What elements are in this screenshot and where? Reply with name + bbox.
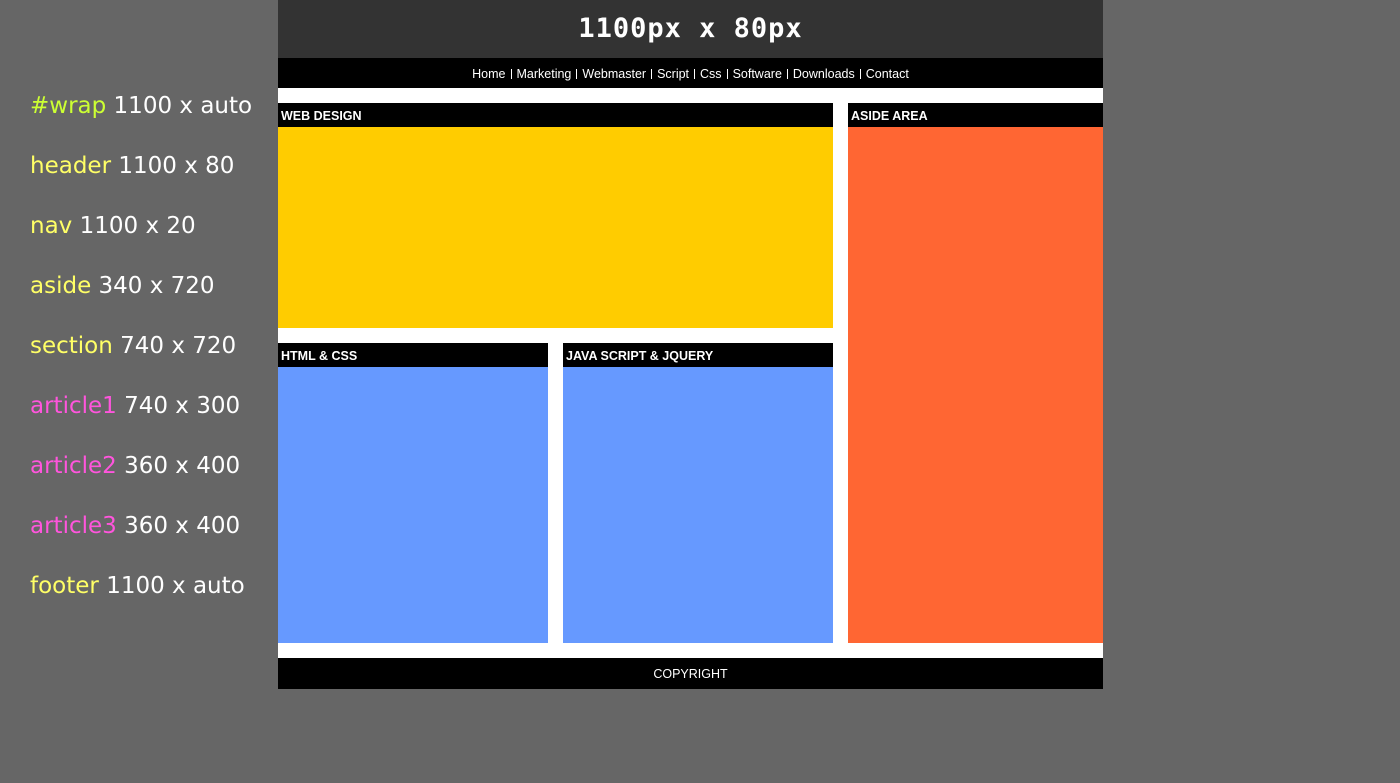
dimension-legend: #wrap 1100 x auto header 1100 x 80 nav 1… xyxy=(30,88,270,628)
nav-separator xyxy=(651,69,653,79)
legend-item-wrap: #wrap 1100 x auto xyxy=(30,88,270,148)
aside-title: ASIDE AREA xyxy=(848,103,1103,127)
legend-key: header xyxy=(30,153,112,179)
legend-dims: 1100 x 20 xyxy=(79,213,196,239)
nav-separator xyxy=(859,69,861,79)
page-wrap: 1100px x 80px Home Marketing Webmaster Scri… xyxy=(278,0,1103,689)
nav-separator xyxy=(786,69,788,79)
footer-text: COPYRIGHT xyxy=(653,667,728,681)
nav-link-webmaster[interactable]: Webmaster xyxy=(582,67,646,81)
nav-link-marketing[interactable]: Marketing xyxy=(517,67,572,81)
nav-bar: Home Marketing Webmaster Script Css Software D… xyxy=(278,58,1103,88)
nav-link-script[interactable]: Script xyxy=(657,67,689,81)
nav-separator xyxy=(510,69,512,79)
nav-separator xyxy=(694,69,696,79)
article3-body xyxy=(563,367,833,643)
page-header: 1100px x 80px xyxy=(278,0,1103,58)
legend-item-aside: aside 340 x 720 xyxy=(30,268,270,328)
legend-dims: 360 x 400 xyxy=(124,453,241,479)
nav-link-software[interactable]: Software xyxy=(733,67,782,81)
legend-dims: 740 x 720 xyxy=(120,333,237,359)
legend-dims: 340 x 720 xyxy=(98,273,215,299)
article1-web-design: WEB DESIGN xyxy=(278,103,833,328)
page-footer: COPYRIGHT xyxy=(278,658,1103,689)
legend-dims: 1100 x 80 xyxy=(118,153,235,179)
legend-key: #wrap xyxy=(30,93,107,119)
legend-key: article2 xyxy=(30,453,117,479)
legend-key: article3 xyxy=(30,513,117,539)
article2-html-css: HTML & CSS xyxy=(278,343,548,643)
legend-dims: 1100 x auto xyxy=(113,93,253,119)
legend-key: article1 xyxy=(30,393,117,419)
nav-link-downloads[interactable]: Downloads xyxy=(793,67,855,81)
article2-title: HTML & CSS xyxy=(278,343,548,367)
legend-key: footer xyxy=(30,573,99,599)
nav-separator xyxy=(576,69,578,79)
nav-link-css[interactable]: Css xyxy=(700,67,722,81)
legend-dims: 1100 x auto xyxy=(106,573,245,599)
article1-body xyxy=(278,127,833,328)
legend-item-header: header 1100 x 80 xyxy=(30,148,270,208)
legend-item-article1: article1 740 x 300 xyxy=(30,388,270,448)
header-title: 1100px x 80px xyxy=(578,13,803,44)
article3-title: JAVA SCRIPT & JQUERY xyxy=(563,343,833,367)
legend-key: nav xyxy=(30,213,73,239)
nav-separator xyxy=(726,69,728,79)
legend-dims: 740 x 300 xyxy=(124,393,241,419)
article2-body xyxy=(278,367,548,643)
legend-item-article3: article3 360 x 400 xyxy=(30,508,270,568)
aside-body xyxy=(848,127,1103,643)
article3-javascript-jquery: JAVA SCRIPT & JQUERY xyxy=(563,343,833,643)
legend-key: aside xyxy=(30,273,92,299)
nav-link-contact[interactable]: Contact xyxy=(866,67,909,81)
legend-item-article2: article2 360 x 400 xyxy=(30,448,270,508)
aside-area: ASIDE AREA xyxy=(848,103,1103,643)
legend-dims: 360 x 400 xyxy=(124,513,241,539)
article1-title: WEB DESIGN xyxy=(278,103,833,127)
legend-item-footer: footer 1100 x auto xyxy=(30,568,270,628)
legend-item-nav: nav 1100 x 20 xyxy=(30,208,270,268)
legend-key: section xyxy=(30,333,113,359)
nav-link-home[interactable]: Home xyxy=(472,67,505,81)
legend-item-section: section 740 x 720 xyxy=(30,328,270,388)
